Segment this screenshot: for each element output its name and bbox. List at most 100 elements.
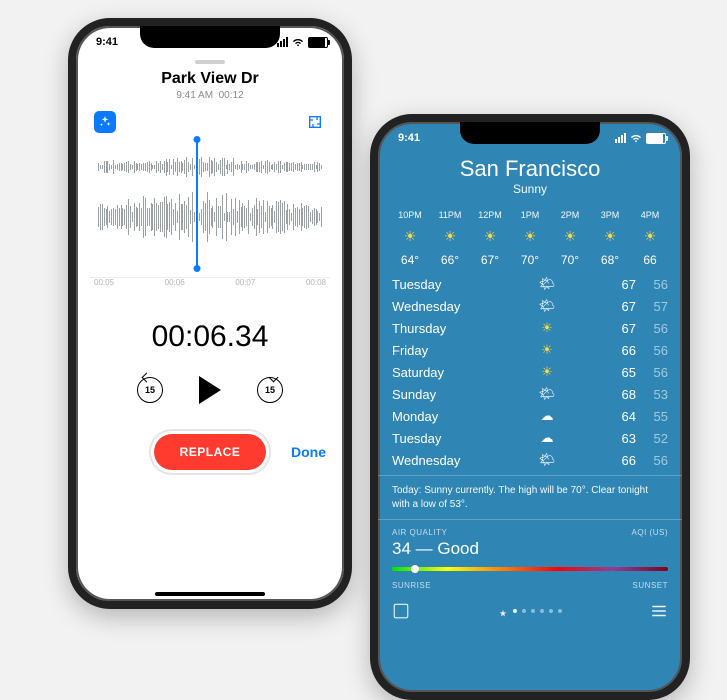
weather-channel-icon[interactable]	[392, 602, 410, 625]
hour-label: 10PM	[390, 210, 430, 220]
hourly-col: 10PM ☀︎ 64°	[390, 210, 430, 267]
hour-label: 4PM	[630, 210, 670, 220]
day-label: Monday	[392, 409, 488, 424]
high-temp: 67	[606, 277, 636, 292]
daily-row: Wednesday 🌤 67 57	[392, 295, 668, 317]
weather-icon: 🌤	[488, 386, 606, 402]
hourly-forecast[interactable]: 10PM ☀︎ 64° 11PM ☀︎ 66° 12PM ☀︎ 67° 1PM …	[378, 196, 682, 267]
daily-row: Saturday ☀︎ 65 56	[392, 361, 668, 383]
notch	[460, 122, 600, 144]
weather-icon: 🌤	[488, 298, 606, 314]
air-quality: AIR QUALITYAQI (US) 34 — Good	[378, 520, 682, 571]
sun-icon: ☀︎	[390, 228, 430, 245]
hourly-col: 3PM ☀︎ 68°	[590, 210, 630, 267]
sun-icon: ☀︎	[630, 228, 670, 245]
hour-temp: 66	[630, 253, 670, 267]
hour-temp: 67°	[470, 253, 510, 267]
low-temp: 56	[636, 343, 668, 358]
weather-icon: 🌤	[488, 276, 606, 292]
high-temp: 65	[606, 365, 636, 380]
wifi-icon	[292, 36, 304, 49]
daily-row: Friday ☀︎ 66 56	[392, 339, 668, 361]
trim-button[interactable]	[304, 111, 326, 133]
day-label: Friday	[392, 343, 488, 358]
day-label: Tuesday	[392, 277, 488, 292]
recording-title: Park View Dr	[76, 70, 344, 88]
high-temp: 64	[606, 409, 636, 424]
waveform[interactable]	[90, 139, 330, 269]
daily-row: Monday ☁︎ 64 55	[392, 405, 668, 427]
day-label: Saturday	[392, 365, 488, 380]
skip-forward-button[interactable]: 15	[257, 377, 283, 403]
today-summary: Today: Sunny currently. The high will be…	[378, 475, 682, 520]
hour-temp: 70°	[510, 253, 550, 267]
day-label: Tuesday	[392, 431, 488, 446]
day-label: Wednesday	[392, 299, 488, 314]
hourly-col: 1PM ☀︎ 70°	[510, 210, 550, 267]
hour-label: 11PM	[430, 210, 470, 220]
list-icon[interactable]	[650, 604, 668, 623]
daily-row: Wednesday 🌤 66 56	[392, 449, 668, 471]
low-temp: 56	[636, 277, 668, 292]
weather-icon: ☀︎	[488, 364, 606, 380]
hour-temp: 66°	[430, 253, 470, 267]
daily-row: Tuesday 🌤 67 56	[392, 273, 668, 295]
daily-row: Sunday 🌤 68 53	[392, 383, 668, 405]
playhead[interactable]	[196, 139, 198, 269]
sun-row: SUNRISESUNSET	[378, 571, 682, 590]
low-temp: 55	[636, 409, 668, 424]
weather-icon: ☀︎	[488, 342, 606, 358]
high-temp: 66	[606, 343, 636, 358]
weather-footer	[378, 590, 682, 637]
signal-icon	[615, 133, 626, 143]
status-time: 9:41	[96, 36, 118, 48]
high-temp: 67	[606, 321, 636, 336]
replace-button[interactable]: REPLACE	[154, 434, 267, 470]
hourly-col: 12PM ☀︎ 67°	[470, 210, 510, 267]
sun-icon: ☀︎	[550, 228, 590, 245]
low-temp: 53	[636, 387, 668, 402]
sun-icon: ☀︎	[510, 228, 550, 245]
day-label: Wednesday	[392, 453, 488, 468]
battery-icon	[308, 37, 328, 48]
sun-icon: ☀︎	[430, 228, 470, 245]
recording-header: Park View Dr 9:41 AM 00:12	[76, 70, 344, 101]
daily-row: Thursday ☀︎ 67 56	[392, 317, 668, 339]
low-temp: 57	[636, 299, 668, 314]
notch	[140, 26, 280, 48]
hourly-col: 4PM ☀︎ 66	[630, 210, 670, 267]
time-ruler: 00:0500:0600:0700:08	[90, 277, 330, 302]
home-indicator[interactable]	[155, 592, 265, 596]
recording-subtitle: 9:41 AM 00:12	[76, 90, 344, 101]
skip-back-button[interactable]: 15	[137, 377, 163, 403]
weather-icon: ☀︎	[488, 320, 606, 336]
condition-label: Sunny	[378, 182, 682, 196]
page-dots[interactable]	[498, 609, 562, 619]
playback-controls: 15 15	[76, 376, 344, 404]
done-button[interactable]: Done	[291, 444, 326, 460]
sun-icon: ☀︎	[590, 228, 630, 245]
hourly-col: 2PM ☀︎ 70°	[550, 210, 590, 267]
hour-temp: 70°	[550, 253, 590, 267]
hour-label: 2PM	[550, 210, 590, 220]
high-temp: 63	[606, 431, 636, 446]
low-temp: 56	[636, 365, 668, 380]
elapsed-time: 00:06.34	[76, 320, 344, 354]
hour-temp: 68°	[590, 253, 630, 267]
sun-icon: ☀︎	[470, 228, 510, 245]
phone-weather: 9:41 San Francisco Sunny 10PM ☀︎ 64° 11P…	[370, 114, 690, 700]
battery-icon	[646, 133, 666, 144]
daily-forecast[interactable]: Tuesday 🌤 67 56 Wednesday 🌤 67 57 Thursd…	[378, 267, 682, 471]
enhance-button[interactable]	[94, 111, 116, 133]
status-time: 9:41	[398, 132, 420, 144]
weather-header: San Francisco Sunny	[378, 156, 682, 196]
waveform-card: 00:0500:0600:0700:08	[84, 111, 336, 302]
hourly-col: 11PM ☀︎ 66°	[430, 210, 470, 267]
day-label: Sunday	[392, 387, 488, 402]
high-temp: 67	[606, 299, 636, 314]
wifi-icon	[630, 132, 642, 145]
drag-handle[interactable]	[195, 60, 225, 64]
low-temp: 56	[636, 321, 668, 336]
hour-label: 3PM	[590, 210, 630, 220]
play-button[interactable]	[199, 376, 221, 404]
